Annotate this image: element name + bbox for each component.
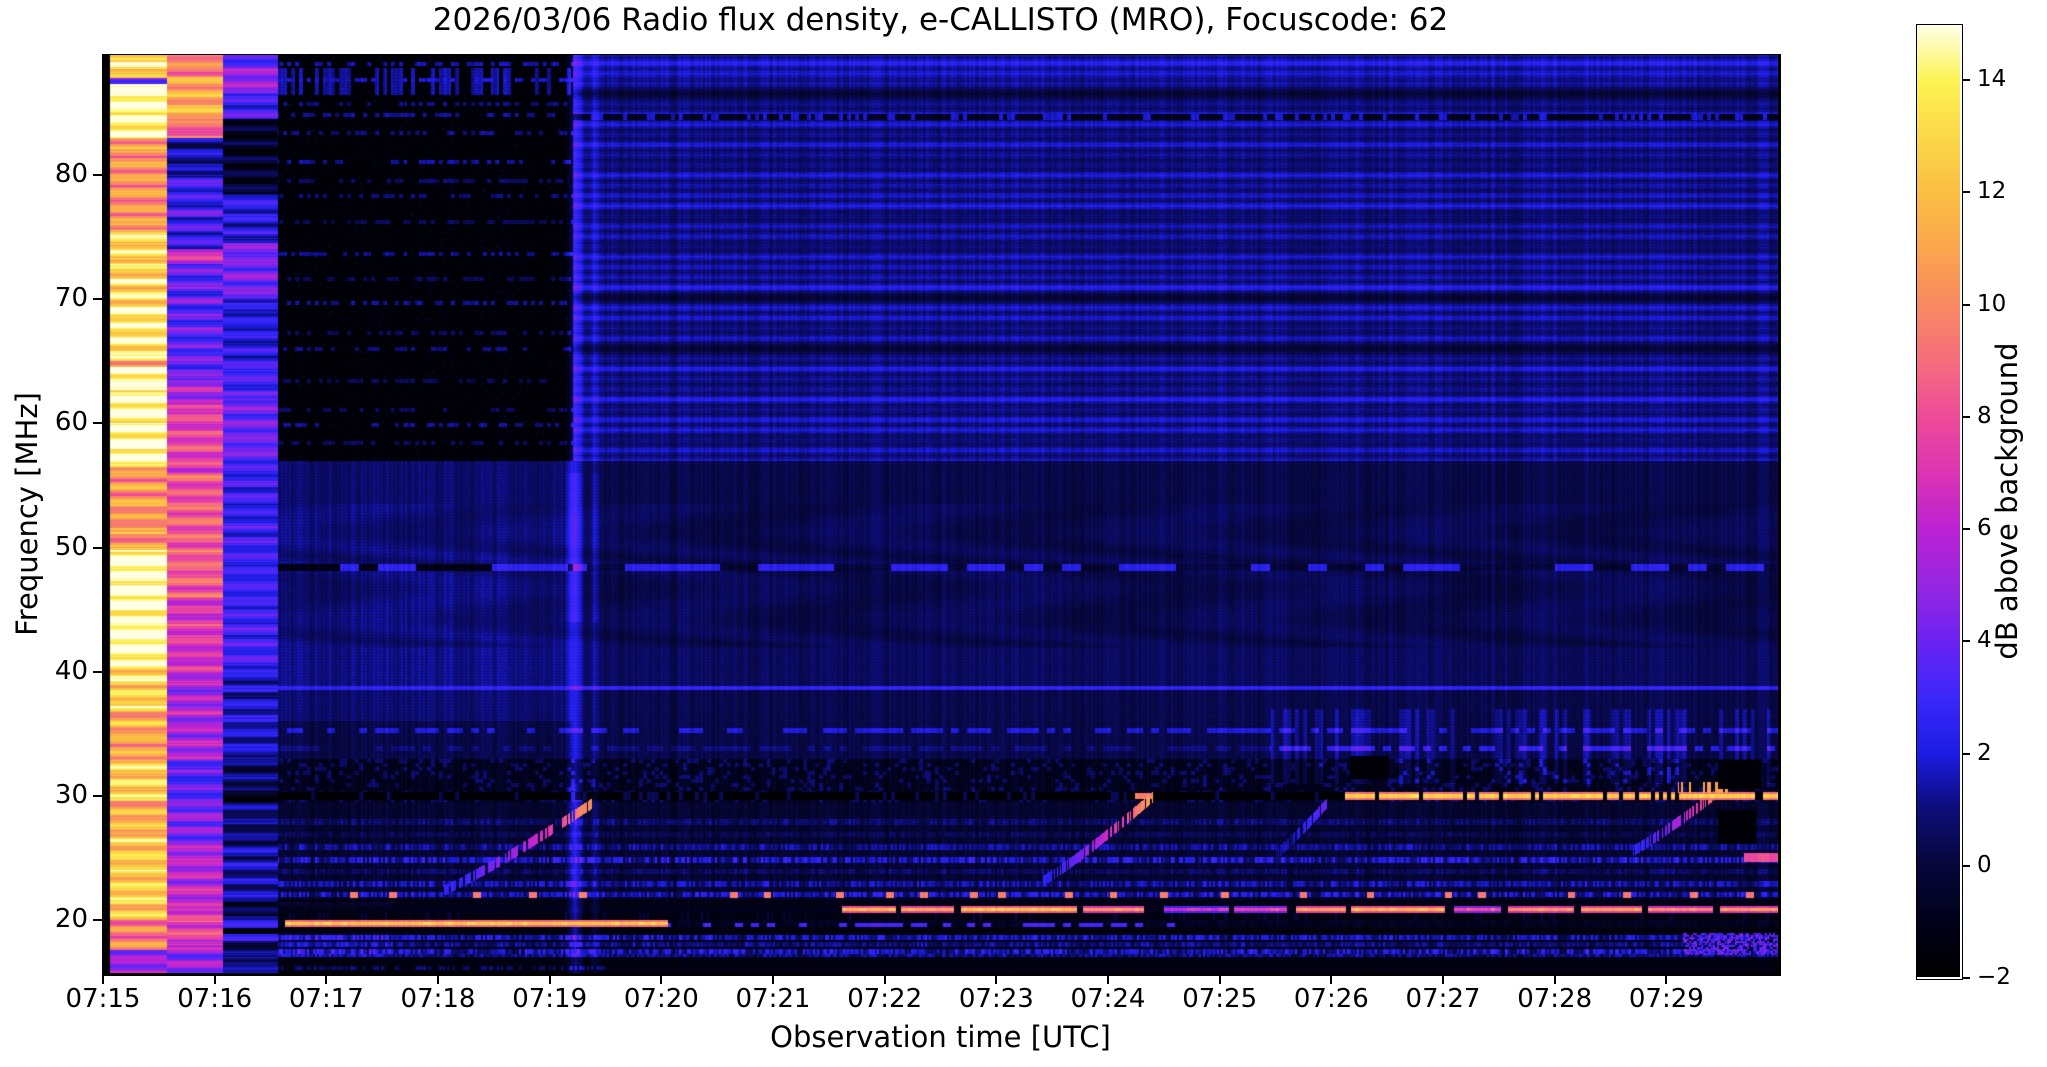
colorbar-canvas — [1917, 25, 1960, 977]
y-tick-label: 50 — [54, 531, 88, 562]
colorbar-tick-label: 8 — [1977, 402, 1992, 429]
x-tick-mark — [102, 975, 104, 984]
spectrogram-canvas — [103, 55, 1778, 973]
colorbar — [1916, 24, 1963, 980]
colorbar-tick-mark — [1962, 191, 1970, 194]
x-tick-mark — [1553, 975, 1556, 984]
x-tick-label: 07:22 — [847, 984, 923, 1014]
x-tick-label: 07:17 — [288, 984, 364, 1014]
x-tick-mark — [548, 975, 551, 984]
x-tick-mark — [995, 975, 998, 984]
x-tick-label: 07:20 — [623, 984, 699, 1014]
colorbar-tick-mark — [1962, 79, 1970, 82]
y-tick-label: 70 — [54, 283, 88, 314]
y-tick-mark — [93, 173, 102, 176]
x-tick-mark — [772, 975, 774, 984]
x-tick-mark — [883, 975, 886, 984]
x-tick-mark — [1665, 975, 1668, 984]
spectrogram-plot-area — [102, 54, 1781, 976]
x-tick-label: 07:25 — [1182, 984, 1258, 1014]
x-tick-mark — [1218, 975, 1221, 984]
x-tick-label: 07:19 — [512, 984, 588, 1014]
y-tick-label: 20 — [54, 904, 88, 935]
colorbar-tick-label: 6 — [1977, 515, 1992, 542]
y-tick-mark — [93, 794, 102, 797]
chart-title: 2026/03/06 Radio flux density, e-CALLIST… — [432, 2, 1449, 38]
colorbar-tick-label: 0 — [1977, 851, 1992, 878]
y-tick-label: 40 — [54, 655, 88, 686]
colorbar-tick-label: 2 — [1977, 739, 1992, 766]
x-tick-label: 07:23 — [958, 984, 1034, 1014]
colorbar-tick-mark — [1962, 864, 1970, 867]
y-tick-mark — [93, 298, 102, 301]
colorbar-tick-label: 10 — [1977, 290, 2007, 317]
colorbar-tick-mark — [1962, 528, 1970, 531]
x-tick-label: 07:26 — [1293, 984, 1369, 1014]
x-tick-label: 07:27 — [1405, 984, 1481, 1014]
x-tick-label: 07:21 — [735, 984, 811, 1014]
y-tick-mark — [93, 919, 102, 922]
x-tick-mark — [1442, 975, 1444, 984]
x-tick-label: 07:24 — [1070, 984, 1146, 1014]
figure: 2026/03/06 Radio flux density, e-CALLIST… — [0, 0, 2047, 1067]
x-tick-mark — [213, 975, 216, 984]
y-tick-mark — [93, 546, 102, 549]
y-tick-label: 30 — [54, 779, 88, 810]
colorbar-tick-mark — [1962, 303, 1970, 306]
x-axis-label: Observation time [UTC] — [770, 1020, 1111, 1054]
x-tick-label: 07:29 — [1628, 984, 1704, 1014]
colorbar-tick-label: 14 — [1977, 66, 2007, 93]
x-tick-label: 07:28 — [1517, 984, 1593, 1014]
colorbar-tick-mark — [1962, 752, 1970, 755]
x-tick-mark — [1107, 975, 1109, 984]
x-tick-label: 07:16 — [177, 984, 253, 1014]
colorbar-tick-label: 12 — [1977, 178, 2007, 205]
colorbar-tick-mark — [1962, 640, 1970, 643]
y-tick-mark — [93, 670, 102, 673]
x-tick-mark — [325, 975, 328, 984]
colorbar-tick-label: −2 — [1977, 964, 2011, 990]
colorbar-tick-mark — [1962, 977, 1970, 979]
colorbar-tick-label: 4 — [1977, 627, 1992, 654]
colorbar-tick-mark — [1962, 415, 1970, 418]
y-tick-label: 60 — [54, 407, 88, 438]
x-tick-mark — [437, 975, 439, 984]
y-tick-mark — [93, 422, 102, 425]
y-tick-label: 80 — [54, 158, 88, 189]
x-tick-mark — [660, 975, 663, 984]
x-tick-label: 07:15 — [65, 984, 141, 1014]
x-tick-label: 07:18 — [400, 984, 476, 1014]
colorbar-label: dB above background — [1990, 342, 2024, 660]
x-tick-mark — [1330, 975, 1333, 984]
